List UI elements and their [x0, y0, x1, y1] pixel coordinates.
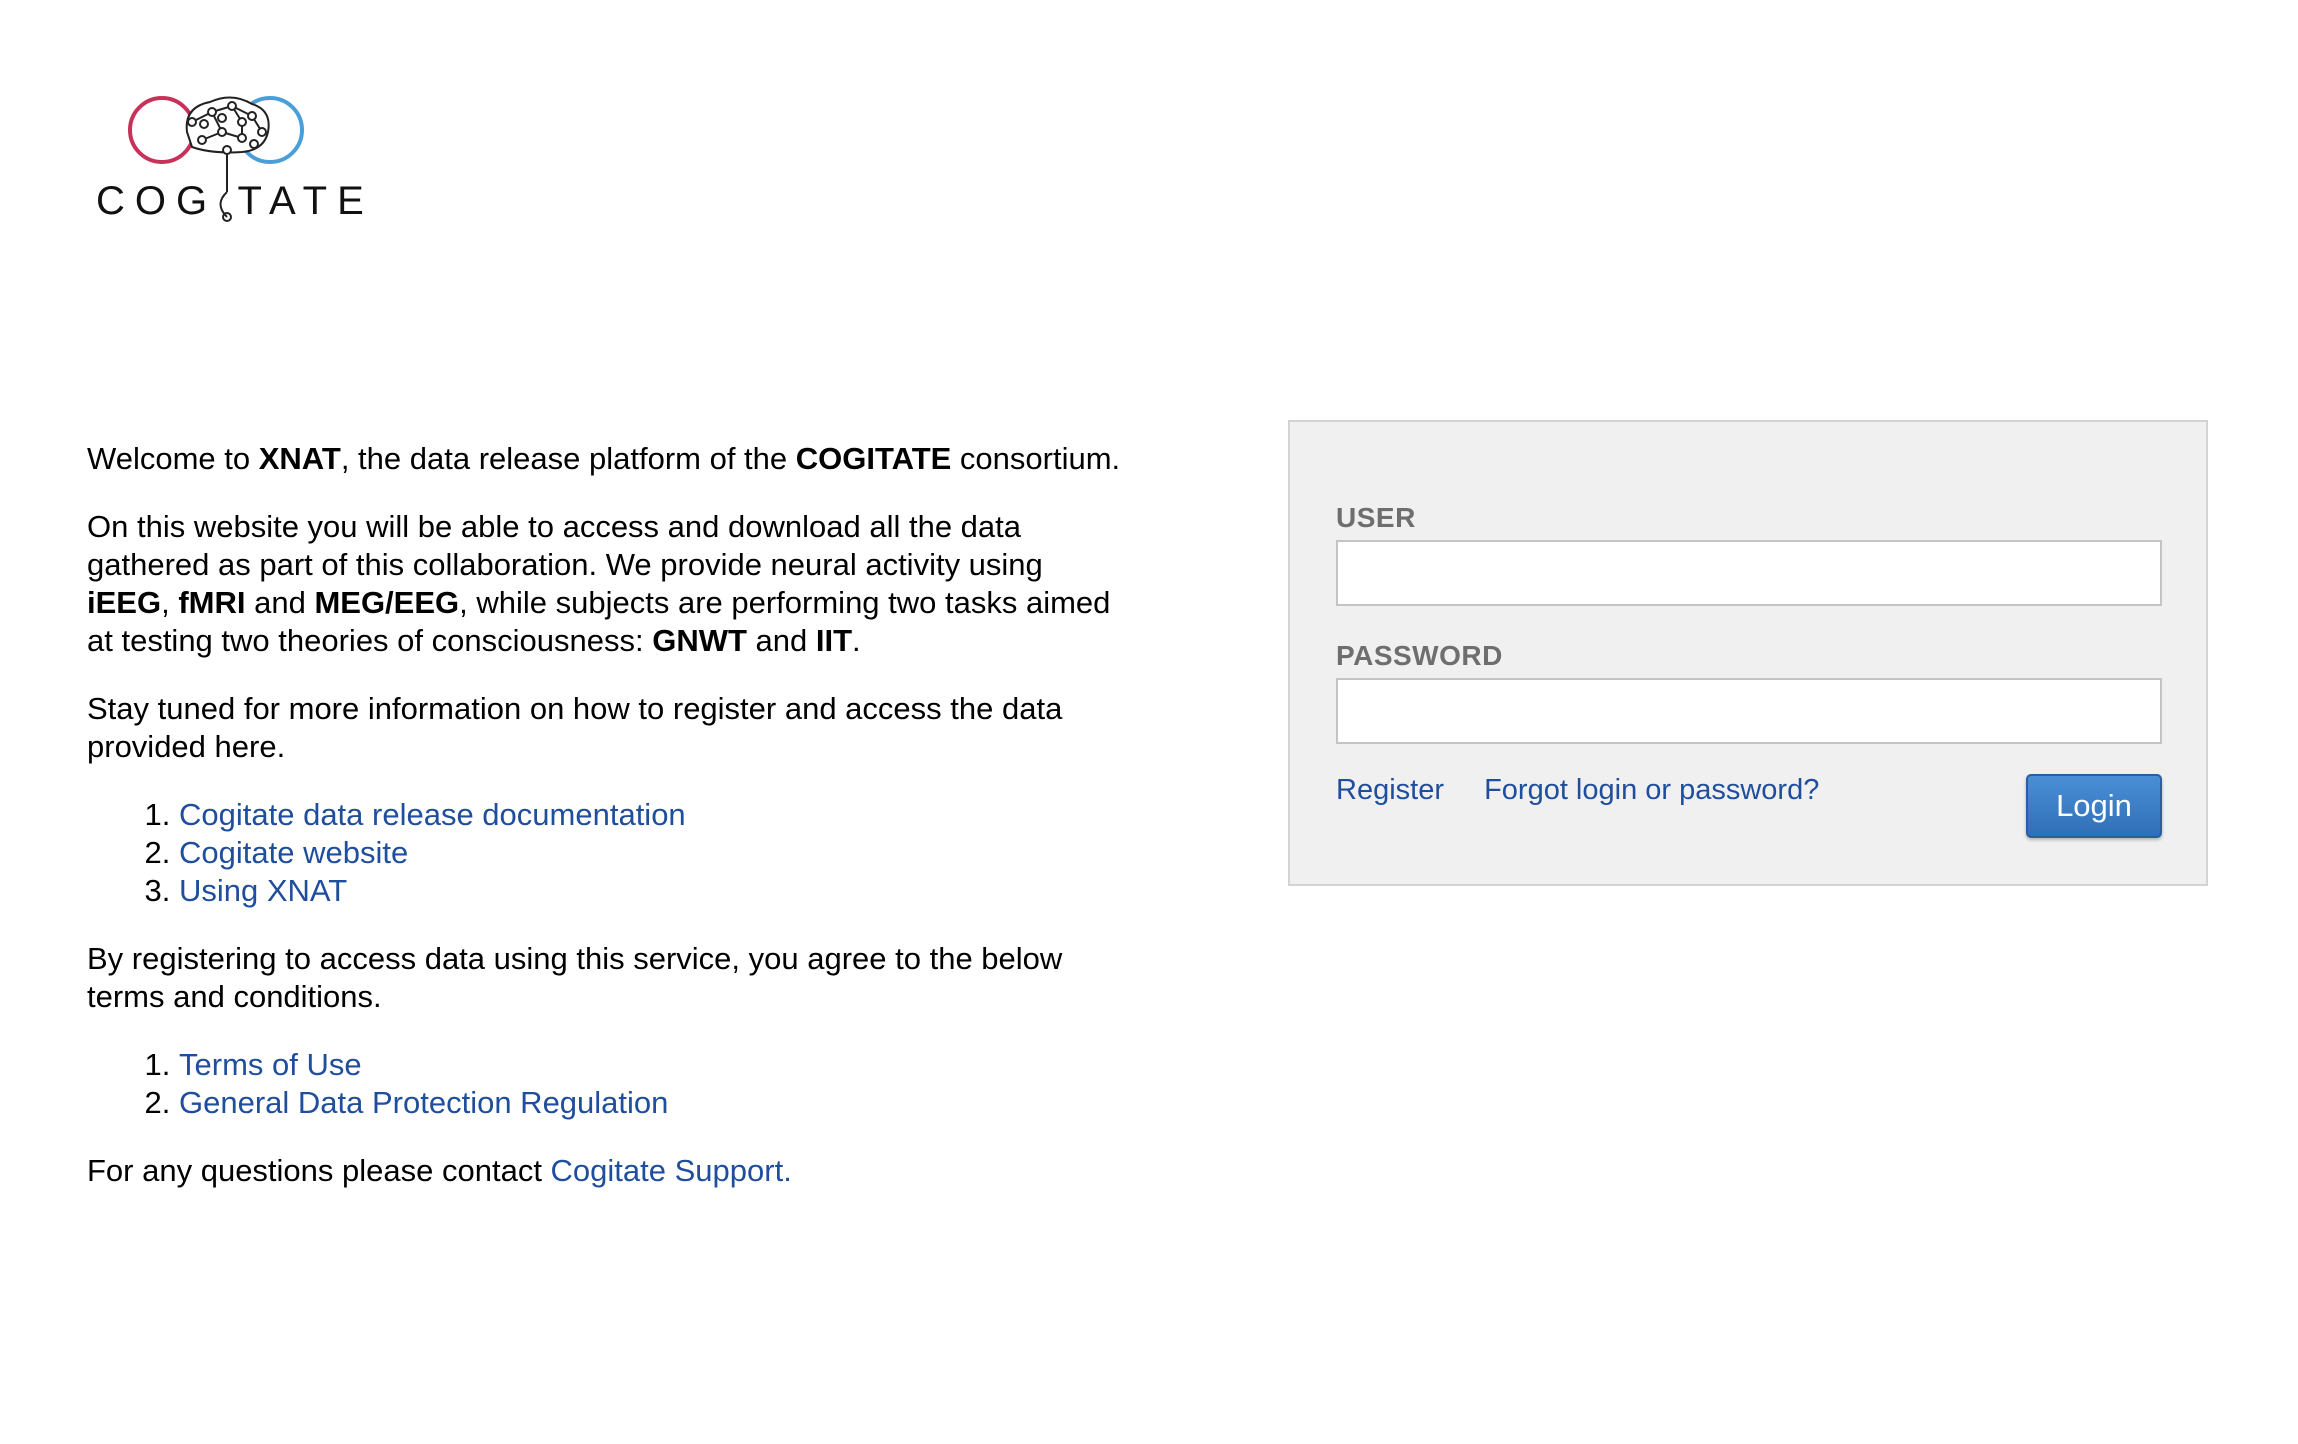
welcome-text-3: consortium. [951, 441, 1121, 476]
desc-gnwt: GNWT [652, 623, 747, 658]
list-item: Terms of Use [179, 1046, 1127, 1084]
welcome-cogitate: COGITATE [795, 441, 952, 476]
user-input[interactable] [1336, 540, 2162, 606]
register-link[interactable]: Register [1336, 774, 1444, 806]
svg-text:COG TATE: COG TATE [96, 179, 372, 223]
desc-fmri: fMRI [178, 585, 246, 620]
user-label: USER [1336, 502, 1416, 533]
welcome-paragraph: Welcome to XNAT, the data release platfo… [87, 440, 1127, 478]
desc-text-1: On this website you will be able to acce… [87, 509, 1043, 582]
stay-tuned-paragraph: Stay tuned for more information on how t… [87, 691, 1063, 764]
cogitate-logo[interactable]: COG TATE [92, 92, 372, 232]
link-terms-of-use[interactable]: Terms of Use [179, 1047, 362, 1082]
link-gdpr[interactable]: General Data Protection Regulation [179, 1085, 668, 1120]
forgot-password-link[interactable]: Forgot login or password? [1484, 774, 1819, 806]
welcome-text-2: , the data release platform of the [340, 441, 796, 476]
password-input[interactable] [1336, 678, 2162, 744]
contact-text: For any questions please contact [87, 1153, 551, 1188]
link-support[interactable]: Cogitate Support. [551, 1153, 792, 1188]
desc-ieeg: iEEG [87, 585, 162, 620]
login-links: Register Forgot login or password? [1336, 774, 1851, 807]
password-label: PASSWORD [1336, 640, 1503, 671]
page: COG TATE Welcome to XNAT, the data relea… [0, 0, 2298, 1444]
list-item: General Data Protection Regulation [179, 1084, 1127, 1122]
desc-text-5: and [746, 623, 816, 658]
intro-content: Welcome to XNAT, the data release platfo… [87, 440, 1127, 1220]
link-docs[interactable]: Cogitate data release documentation [179, 797, 686, 832]
list-item: Cogitate website [179, 834, 1127, 872]
list-item: Cogitate data release documentation [179, 796, 1127, 834]
welcome-xnat: XNAT [258, 441, 341, 476]
list-item: Using XNAT [179, 872, 1127, 910]
link-using-xnat[interactable]: Using XNAT [179, 873, 347, 908]
terms-paragraph: By registering to access data using this… [87, 941, 1063, 1014]
contact-paragraph: For any questions please contact Cogitat… [87, 1152, 1127, 1190]
login-button[interactable]: Login [2026, 774, 2162, 838]
desc-text-6: . [852, 623, 861, 658]
desc-iit: IIT [815, 623, 853, 658]
terms-list: Terms of Use General Data Protection Reg… [87, 1046, 1127, 1122]
cogitate-logo-icon: COG TATE [96, 96, 372, 223]
welcome-text: Welcome to [87, 441, 259, 476]
description-paragraph: On this website you will be able to acce… [87, 508, 1127, 660]
login-panel: USER PASSWORD Register Forgot login or p… [1288, 420, 2208, 886]
desc-text-3: and [245, 585, 315, 620]
link-website[interactable]: Cogitate website [179, 835, 408, 870]
desc-text-2: , [161, 585, 179, 620]
desc-meg-eeg: MEG/EEG [314, 585, 460, 620]
resources-list: Cogitate data release documentation Cogi… [87, 796, 1127, 910]
